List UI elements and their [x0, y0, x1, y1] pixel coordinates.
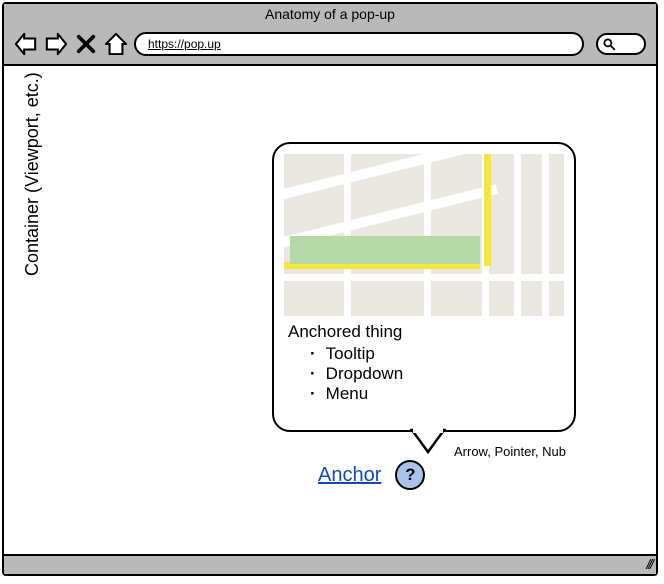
home-button[interactable] — [104, 32, 128, 56]
stop-button[interactable] — [74, 32, 98, 56]
forward-button[interactable] — [44, 32, 68, 56]
list-item: Tooltip — [310, 344, 560, 364]
back-button[interactable] — [14, 32, 38, 56]
popup-heading: Anchored thing — [288, 322, 560, 342]
map-image — [284, 154, 564, 316]
search-box[interactable] — [596, 33, 646, 55]
list-item: Menu — [310, 384, 560, 404]
status-bar — [4, 554, 656, 574]
container-label: Container (Viewport, etc.) — [22, 72, 43, 276]
resize-grip-icon[interactable]: /// — [646, 556, 652, 572]
browser-window: Anatomy of a pop-up Container (Viewport,… — [2, 2, 658, 576]
search-icon — [602, 37, 616, 51]
browser-toolbar: Anatomy of a pop-up — [4, 4, 656, 66]
popup-item-list: Tooltip Dropdown Menu — [288, 342, 560, 404]
anchor-link[interactable]: Anchor — [318, 464, 381, 487]
anchor-row: Anchor ? — [318, 460, 425, 490]
url-bar[interactable] — [134, 32, 584, 56]
help-icon[interactable]: ? — [395, 460, 425, 490]
nav-row — [4, 24, 656, 64]
arrow-label: Arrow, Pointer, Nub — [454, 444, 566, 459]
popup-text: Anchored thing Tooltip Dropdown Menu — [284, 316, 564, 404]
popup-arrow-nub — [410, 428, 446, 454]
popup-panel: Anchored thing Tooltip Dropdown Menu — [272, 142, 576, 432]
window-title: Anatomy of a pop-up — [4, 4, 656, 24]
viewport: Container (Viewport, etc.) Anchored thin… — [4, 66, 656, 554]
list-item: Dropdown — [310, 364, 560, 384]
